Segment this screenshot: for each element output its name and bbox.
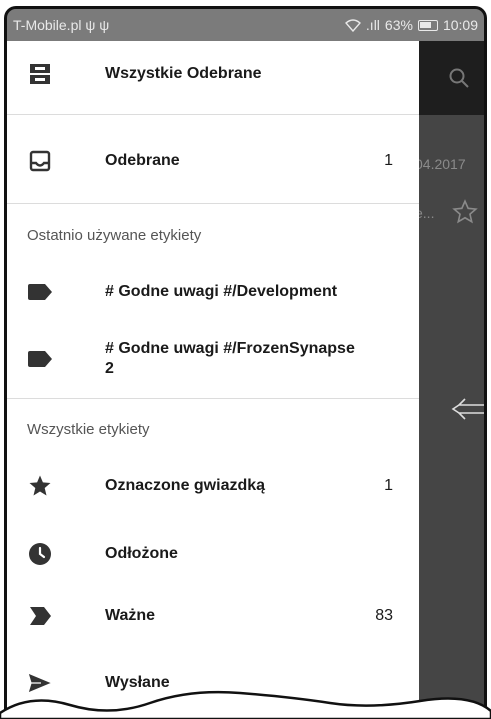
phone-frame: T-Mobile.pl ψ ψ .ıll 63% 10:09 04.2017 e… bbox=[4, 6, 487, 719]
drawer-item-label: Odebrane bbox=[105, 152, 180, 169]
signal-icon: .ıll bbox=[365, 17, 380, 33]
drawer-item-label: Odłożone bbox=[105, 545, 178, 562]
battery-icon bbox=[417, 19, 438, 31]
background-date: 04.2017 bbox=[415, 156, 466, 172]
drawer-item-label: Oznaczone gwiazdką bbox=[105, 477, 266, 494]
label-icon bbox=[27, 279, 53, 305]
drawer-item-label: Ważne bbox=[105, 607, 156, 624]
drawer-label-starred[interactable]: Oznaczone gwiazdką 1 bbox=[7, 471, 419, 501]
drawer-item-all-inbox[interactable]: Wszystkie Odebrane bbox=[7, 59, 419, 89]
inbox-icon bbox=[27, 148, 53, 174]
wifi-icon bbox=[344, 19, 361, 32]
drawer-item-label: # Godne uwagi #/Development bbox=[105, 283, 338, 300]
torn-edge-decoration bbox=[0, 690, 491, 719]
drawer-label-development[interactable]: # Godne uwagi #/Development bbox=[7, 277, 419, 307]
label-icon bbox=[27, 346, 53, 372]
item-count: 83 bbox=[375, 607, 393, 624]
star-outline-icon[interactable] bbox=[452, 199, 478, 225]
section-header-all: Wszystkie etykiety bbox=[27, 421, 150, 438]
battery-percent: 63% bbox=[384, 17, 413, 33]
item-count: 1 bbox=[384, 477, 393, 494]
navigation-drawer: Wszystkie Odebrane Odebrane 1 Ostatnio u… bbox=[7, 41, 419, 719]
drawer-item-label: Wszystkie Odebrane bbox=[105, 65, 262, 82]
drawer-item-label: # Godne uwagi #/FrozenSynapse 2 bbox=[105, 339, 355, 379]
carrier-name: T-Mobile.pl ψ ψ bbox=[13, 17, 110, 33]
drawer-label-snoozed[interactable]: Odłożone bbox=[7, 539, 419, 569]
label-line-2: 2 bbox=[105, 360, 114, 377]
status-icons: .ıll 63% 10:09 bbox=[344, 17, 478, 33]
important-icon bbox=[27, 603, 53, 629]
status-bar: T-Mobile.pl ψ ψ .ıll 63% 10:09 bbox=[7, 9, 484, 41]
clock-icon bbox=[27, 541, 53, 567]
all-inbox-icon bbox=[27, 61, 53, 87]
divider bbox=[7, 203, 419, 204]
section-header-recent: Ostatnio używane etykiety bbox=[27, 227, 202, 244]
divider bbox=[7, 398, 419, 399]
swipe-arrow-icon bbox=[451, 398, 484, 420]
star-icon bbox=[27, 473, 53, 499]
label-line-1: # Godne uwagi #/FrozenSynapse bbox=[105, 340, 355, 357]
divider bbox=[7, 114, 419, 115]
drawer-label-important[interactable]: Ważne 83 bbox=[7, 601, 419, 631]
drawer-label-frozensynapse[interactable]: # Godne uwagi #/FrozenSynapse 2 bbox=[7, 335, 419, 383]
unread-count: 1 bbox=[384, 152, 393, 169]
clock-time: 10:09 bbox=[442, 17, 478, 33]
drawer-item-inbox[interactable]: Odebrane 1 bbox=[7, 146, 419, 176]
search-icon[interactable] bbox=[448, 67, 470, 89]
